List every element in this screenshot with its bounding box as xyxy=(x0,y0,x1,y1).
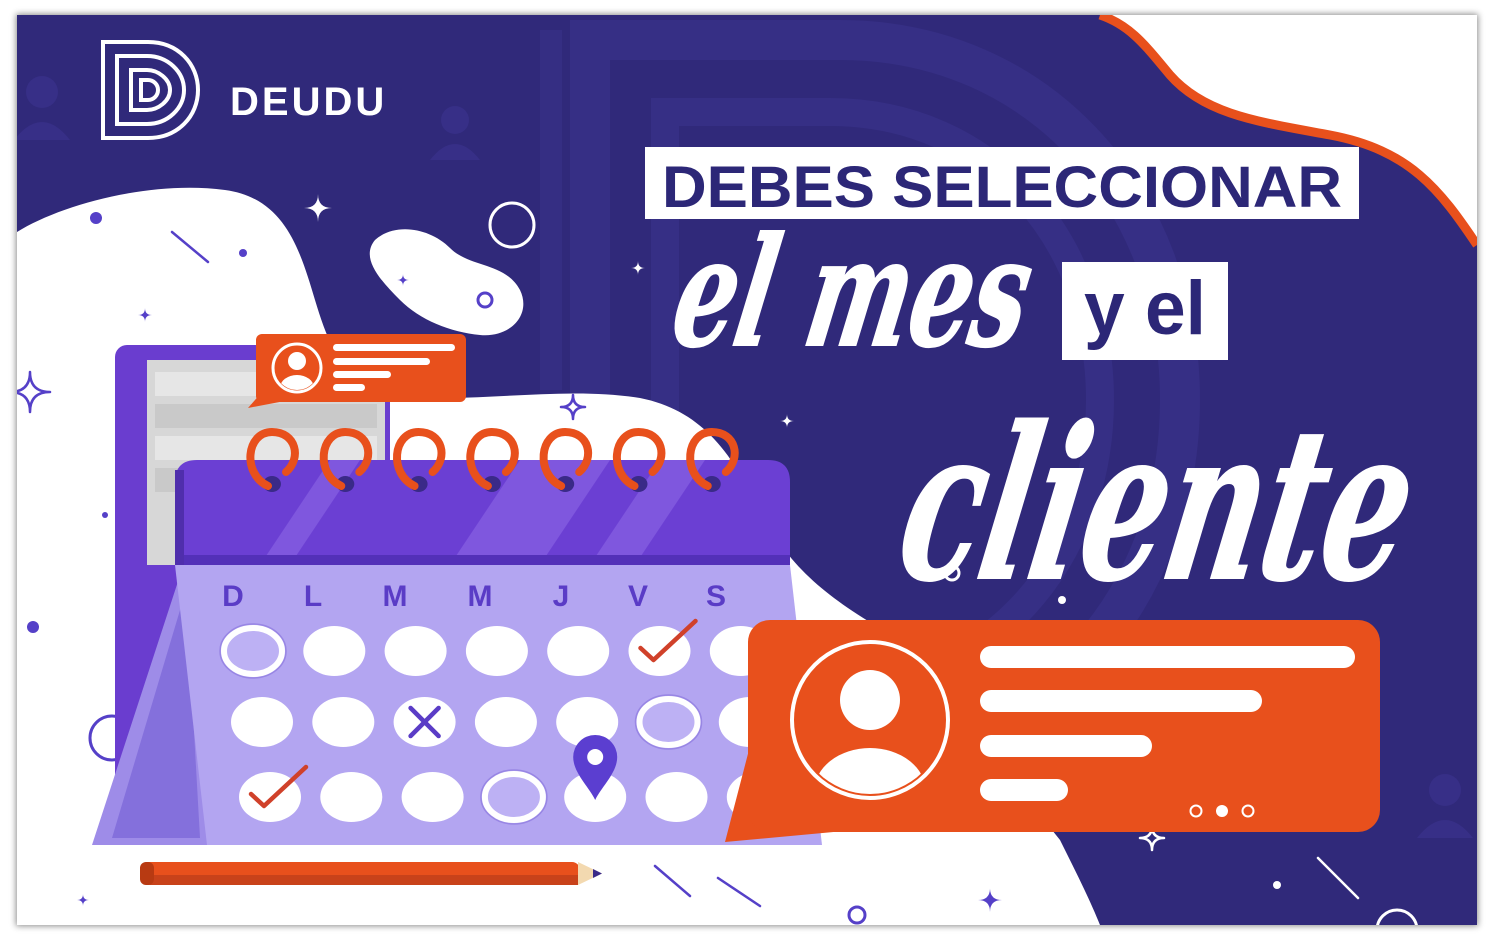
pencil-icon xyxy=(140,862,602,885)
calendar-day-cell xyxy=(312,697,375,747)
dot-decoration xyxy=(239,249,247,257)
calendar-day-cell xyxy=(547,626,610,676)
weekday-label: M xyxy=(383,580,408,613)
headline-boxed-2: y el xyxy=(1084,266,1206,351)
weekday-label: M xyxy=(468,580,493,613)
calendar-day-cell xyxy=(384,626,447,676)
large-chat-bubble xyxy=(725,620,1380,842)
dot-decoration xyxy=(27,621,39,633)
calendar-day-cell xyxy=(303,626,366,676)
pager-dot-active xyxy=(1216,805,1228,817)
weekday-label: L xyxy=(304,580,322,613)
weekday-label: J xyxy=(553,580,570,613)
dot-decoration xyxy=(102,512,108,518)
calendar-day-cell xyxy=(474,697,537,747)
promo-banner: DEUDU DEBES SELECCIONAR el mes y el clie… xyxy=(17,15,1477,925)
calendar-day-cell-outlined xyxy=(636,696,701,748)
calendar-illustration: D L M M J V S xyxy=(92,427,822,845)
calendar-day-cell xyxy=(401,772,464,822)
pin-hole xyxy=(587,749,604,765)
brand-name: DEUDU xyxy=(230,80,387,124)
dot-decoration xyxy=(90,212,102,224)
calendar-day-cell xyxy=(320,772,383,822)
weekday-label: D xyxy=(222,580,244,613)
weekday-label: S xyxy=(706,580,726,613)
calendar-day-cell-outlined xyxy=(221,625,285,677)
small-chat-bubble xyxy=(248,334,466,408)
dot-decoration xyxy=(1273,881,1281,889)
weekday-label: V xyxy=(628,580,648,613)
calendar-day-cell-outlined xyxy=(481,771,546,823)
calendar-day-cell xyxy=(231,697,293,747)
calendar-day-cell xyxy=(465,626,528,676)
headline-script-1: el mes xyxy=(662,204,1045,381)
calendar-day-cell xyxy=(645,772,708,822)
headline-script-2: cliente xyxy=(884,381,1433,628)
